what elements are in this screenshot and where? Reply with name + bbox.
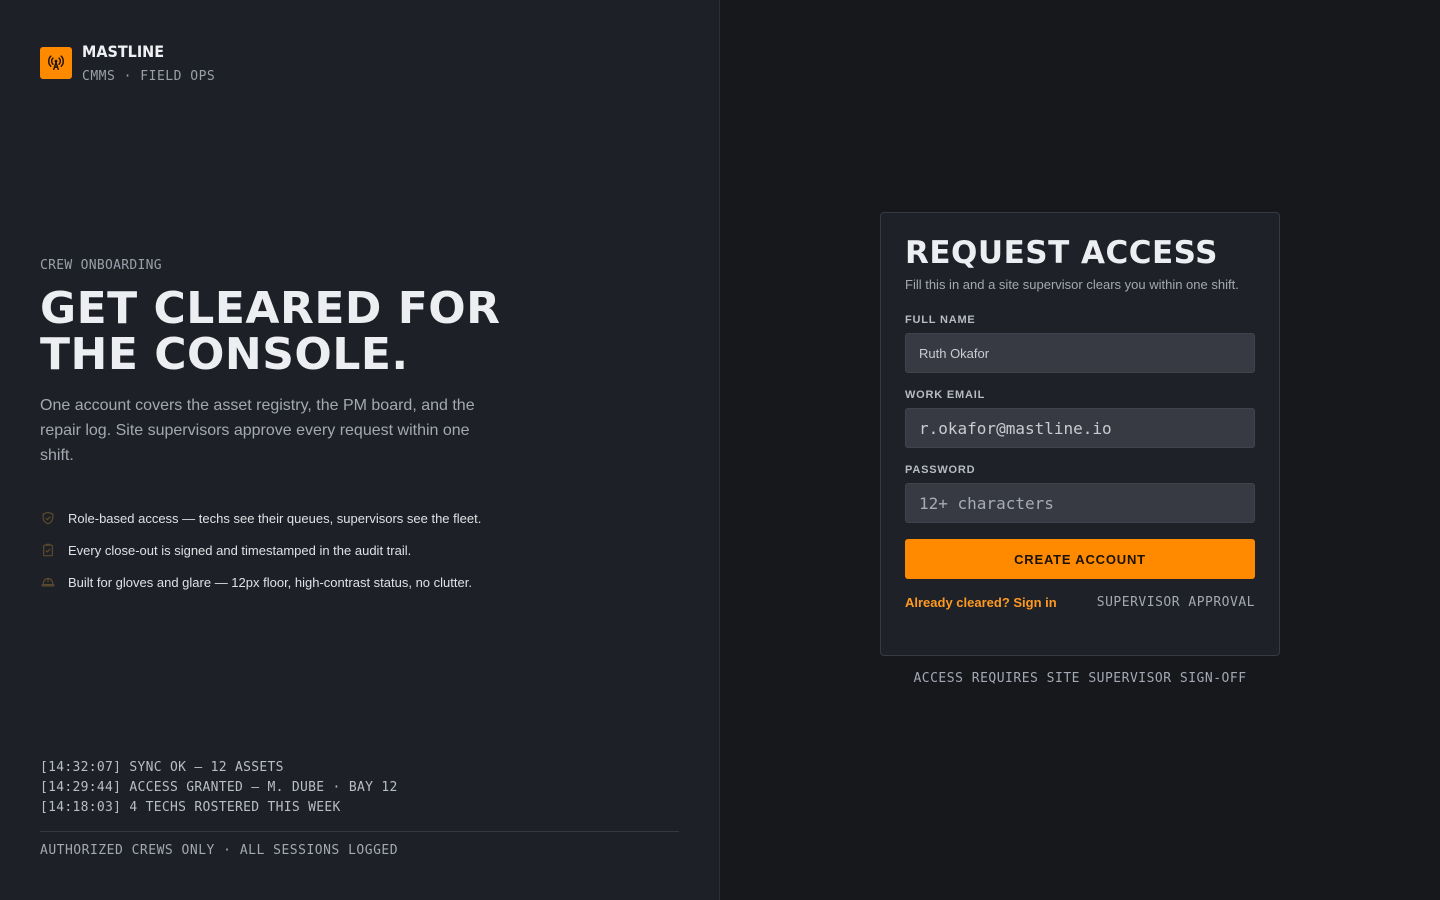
approval-tag: SUPERVISOR APPROVAL [1096,595,1255,610]
divider [40,831,679,832]
full-name-field-group: FULL NAME Ruth Okafor [905,314,1255,373]
onboarding-panel: MASTLINE CMMS · FIELD OPS CREW ONBOARDIN… [0,0,720,900]
page-headline: GET CLEARED FOR THE CONSOLE. [40,283,501,380]
password-input[interactable]: 12+ characters [905,483,1255,523]
signup-panel: REQUEST ACCESS Fill this in and a site s… [720,0,1440,900]
feature-item: Role-based access — techs see their queu… [40,502,481,534]
feature-list: Role-based access — techs see their queu… [40,502,481,598]
feature-text: Built for gloves and glare — 12px floor,… [68,574,472,590]
create-account-button[interactable]: CREATE ACCOUNT [905,539,1255,579]
feature-item: Every close-out is signed and timestampe… [40,534,481,566]
footer-notice: AUTHORIZED CREWS ONLY · ALL SESSIONS LOG… [40,843,399,858]
request-access-form: REQUEST ACCESS Fill this in and a site s… [880,212,1280,656]
log-entry: [14:29:44] ACCESS GRANTED — M. DUBE · BA… [40,780,398,795]
full-name-label: FULL NAME [905,314,976,326]
hard-hat-icon [40,574,56,590]
work-email-field-group: WORK EMAIL r.okafor@mastline.io [905,389,1255,448]
work-email-input[interactable]: r.okafor@mastline.io [905,408,1255,448]
access-note: ACCESS REQUIRES SITE SUPERVISOR SIGN-OFF [913,671,1247,686]
feature-text: Role-based access — techs see their queu… [68,510,482,526]
clipboard-check-icon [40,542,56,558]
brand-name: MASTLINE [82,42,165,61]
eyebrow: CREW ONBOARDING [40,258,162,273]
brand: MASTLINE CMMS · FIELD OPS [40,43,215,84]
lede-text: One account covers the asset registry, t… [40,397,475,464]
sign-in-link[interactable]: Already cleared? Sign in [905,595,1057,610]
shield-check-icon [40,510,56,526]
activity-log: [14:32:07] SYNC OK — 12 ASSETS [14:29:44… [40,758,398,818]
feature-text: Every close-out is signed and timestampe… [68,542,412,558]
full-name-input[interactable]: Ruth Okafor [905,333,1255,373]
form-title: REQUEST ACCESS [905,235,1218,271]
log-entry: [14:18:03] 4 TECHS ROSTERED THIS WEEK [40,800,341,815]
password-field-group: PASSWORD 12+ characters [905,464,1255,523]
form-footer: Already cleared? Sign in SUPERVISOR APPR… [905,595,1255,610]
password-label: PASSWORD [905,464,976,476]
feature-item: Built for gloves and glare — 12px floor,… [40,566,481,598]
work-email-label: WORK EMAIL [905,389,986,401]
log-entry: [14:32:07] SYNC OK — 12 ASSETS [40,760,284,775]
antenna-signal-icon [40,47,72,79]
form-subtitle: Fill this in and a site supervisor clear… [905,277,1239,292]
brand-subtitle: CMMS · FIELD OPS [82,69,216,84]
